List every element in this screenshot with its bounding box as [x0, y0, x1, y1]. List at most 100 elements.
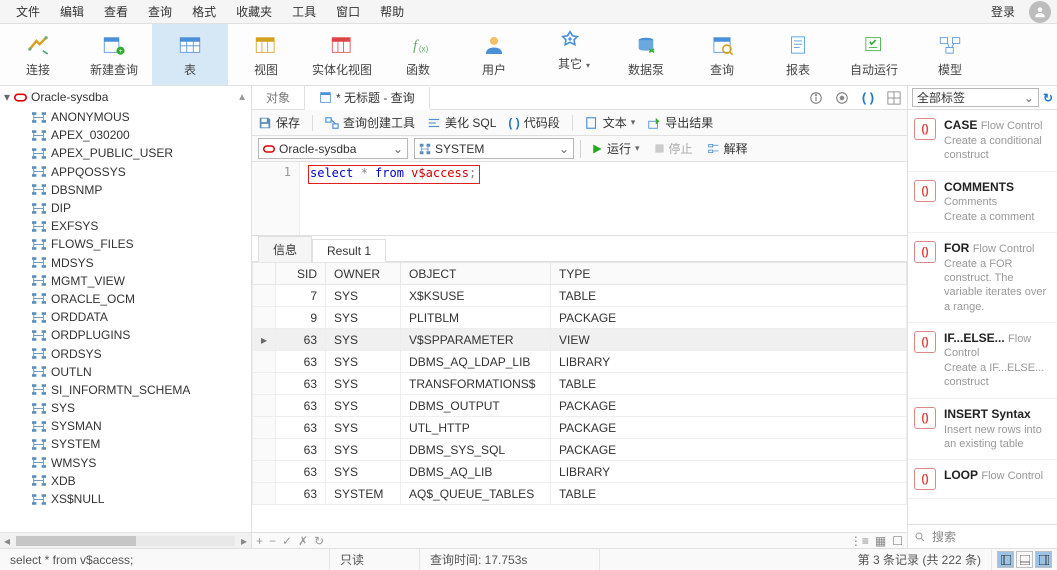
tab-query[interactable]: * 无标题 - 查询 [305, 87, 430, 110]
toolbar-table[interactable]: 表 [152, 24, 228, 85]
toolbar-other[interactable]: 其它▾ [532, 24, 608, 85]
schema-node[interactable]: XDB [0, 472, 251, 490]
schema-node[interactable]: DBSNMP [0, 181, 251, 199]
snippets-search[interactable]: 搜索 [908, 524, 1057, 548]
toolbar-autorun[interactable]: 自动运行 [836, 24, 912, 85]
table-row[interactable]: 7SYSX$KSUSETABLE [253, 285, 907, 307]
grid-nav[interactable]: +−✓✗↻ ⋮≡▦☐ [252, 532, 907, 548]
schema-node[interactable]: SYSTEM [0, 435, 251, 453]
text-button[interactable]: 文本▾ [585, 114, 636, 131]
schema-node[interactable]: FLOWS_FILES [0, 235, 251, 253]
schema-node[interactable]: WMSYS [0, 454, 251, 472]
layout-toggle-3[interactable] [1035, 551, 1052, 568]
table-row[interactable]: 63SYSDBMS_AQ_LDAP_LIBLIBRARY [253, 351, 907, 373]
snippet-button[interactable]: ( )代码段 [508, 114, 559, 131]
schema-node[interactable]: SYS [0, 399, 251, 417]
menu-帮助[interactable]: 帮助 [370, 3, 414, 20]
col-type[interactable]: TYPE [551, 263, 907, 285]
menu-查看[interactable]: 查看 [94, 3, 138, 20]
toolbar-user[interactable]: 用户 [456, 24, 532, 85]
toolbar-model[interactable]: 模型 [912, 24, 988, 85]
schema-node[interactable]: OUTLN [0, 363, 251, 381]
snippets-list[interactable]: ()CASE Flow ControlCreate a conditional … [908, 110, 1057, 524]
result-grid[interactable]: SIDOWNEROBJECTTYPE7SYSX$KSUSETABLE9SYSPL… [252, 262, 907, 532]
snippet-item[interactable]: ()COMMENTS CommentsCreate a comment [908, 172, 1057, 233]
menu-文件[interactable]: 文件 [6, 3, 50, 20]
connection-select[interactable]: Oracle-sysdba⌄ [258, 138, 408, 159]
export-button[interactable]: 导出结果 [647, 114, 713, 131]
toolbar-matview[interactable]: 实体化视图 [304, 24, 380, 85]
schema-name: SYSMAN [51, 419, 102, 433]
grid-icon[interactable] [881, 86, 907, 109]
snippets-filter-select[interactable]: 全部标签⌄ [912, 88, 1039, 107]
schema-node[interactable]: APEX_030200 [0, 126, 251, 144]
table-row[interactable]: ▸63SYSV$SPPARAMETERVIEW [253, 329, 907, 351]
snippets-refresh-icon[interactable]: ↻ [1043, 91, 1053, 105]
toolbar-newquery[interactable]: +新建查询 [76, 24, 152, 85]
toolbar-query[interactable]: 查询 [684, 24, 760, 85]
sql-editor[interactable]: 1 select * from v$access; [252, 162, 907, 236]
save-button[interactable]: 保存 [258, 114, 300, 131]
layout-toggle-1[interactable] [997, 551, 1014, 568]
snippet-item[interactable]: ()CASE Flow ControlCreate a conditional … [908, 110, 1057, 172]
menu-查询[interactable]: 查询 [138, 3, 182, 20]
tab-objects[interactable]: 对象 [252, 86, 305, 109]
table-row[interactable]: 63SYSTRANSFORMATIONS$TABLE [253, 373, 907, 395]
schema-node[interactable]: SI_INFORMTN_SCHEMA [0, 381, 251, 399]
sidebar-hscroll[interactable]: ◂ ▸ [0, 532, 251, 548]
menu-收藏夹[interactable]: 收藏夹 [226, 3, 282, 20]
toolbar-report[interactable]: 报表 [760, 24, 836, 85]
snippet-item[interactable]: ()FOR Flow ControlCreate a FOR construct… [908, 233, 1057, 323]
schema-node[interactable]: DIP [0, 199, 251, 217]
snippet-item[interactable]: ()LOOP Flow Control [908, 460, 1057, 499]
tab-result[interactable]: Result 1 [312, 239, 386, 262]
schema-node[interactable]: APPQOSSYS [0, 163, 251, 181]
new-tab-icon[interactable] [829, 86, 855, 109]
schema-name: FLOWS_FILES [51, 237, 134, 251]
schema-node[interactable]: ORDSYS [0, 344, 251, 362]
schema-node[interactable]: EXFSYS [0, 217, 251, 235]
schema-node[interactable]: ORDPLUGINS [0, 326, 251, 344]
tab-info[interactable]: 信息 [258, 236, 312, 262]
sidebar-connection[interactable]: ▾ Oracle-sysdba ▲ [0, 86, 251, 108]
menu-格式[interactable]: 格式 [182, 3, 226, 20]
snippet-item[interactable]: ()IF...ELSE... Flow ControlCreate a IF..… [908, 323, 1057, 399]
layout-toggle-2[interactable] [1016, 551, 1033, 568]
col-object[interactable]: OBJECT [401, 263, 551, 285]
snippet-item[interactable]: ()INSERT Syntax Insert new rows into an … [908, 399, 1057, 461]
col-owner[interactable]: OWNER [326, 263, 401, 285]
col-sid[interactable]: SID [276, 263, 326, 285]
toolbar-datapump[interactable]: 数据泵 [608, 24, 684, 85]
schema-select[interactable]: SYSTEM⌄ [414, 138, 574, 159]
schema-tree[interactable]: ANONYMOUSAPEX_030200APEX_PUBLIC_USERAPPQ… [0, 108, 251, 532]
schema-node[interactable]: XS$NULL [0, 490, 251, 508]
info-icon[interactable] [803, 86, 829, 109]
explain-button[interactable]: 解释 [703, 140, 752, 157]
table-row[interactable]: 63SYSTEMAQ$_QUEUE_TABLESTABLE [253, 483, 907, 505]
menu-编辑[interactable]: 编辑 [50, 3, 94, 20]
schema-node[interactable]: ORDDATA [0, 308, 251, 326]
table-row[interactable]: 9SYSPLITBLMPACKAGE [253, 307, 907, 329]
brackets-icon[interactable]: ( ) [855, 86, 881, 109]
toolbar-view[interactable]: 视图 [228, 24, 304, 85]
table-row[interactable]: 63SYSDBMS_SYS_SQLPACKAGE [253, 439, 907, 461]
schema-node[interactable]: SYSMAN [0, 417, 251, 435]
toolbar-connect[interactable]: 连接 [0, 24, 76, 85]
schema-node[interactable]: ORACLE_OCM [0, 290, 251, 308]
table-row[interactable]: 63SYSDBMS_AQ_LIBLIBRARY [253, 461, 907, 483]
schema-node[interactable]: MDSYS [0, 254, 251, 272]
run-button[interactable]: 运行▾ [587, 140, 644, 157]
table-row[interactable]: 63SYSUTL_HTTPPACKAGE [253, 417, 907, 439]
query-builder-button[interactable]: 查询创建工具 [325, 114, 415, 131]
table-row[interactable]: 63SYSDBMS_OUTPUTPACKAGE [253, 395, 907, 417]
schema-node[interactable]: ANONYMOUS [0, 108, 251, 126]
beautify-sql-button[interactable]: 美化 SQL [427, 114, 496, 131]
schema-node[interactable]: APEX_PUBLIC_USER [0, 144, 251, 162]
login-link[interactable]: 登录 [983, 3, 1023, 20]
avatar[interactable] [1029, 1, 1051, 23]
toolbar-func[interactable]: f(x)函数 [380, 24, 456, 85]
chevron-up-icon[interactable]: ▲ [237, 92, 247, 103]
menu-工具[interactable]: 工具 [282, 3, 326, 20]
schema-node[interactable]: MGMT_VIEW [0, 272, 251, 290]
menu-窗口[interactable]: 窗口 [326, 3, 370, 20]
